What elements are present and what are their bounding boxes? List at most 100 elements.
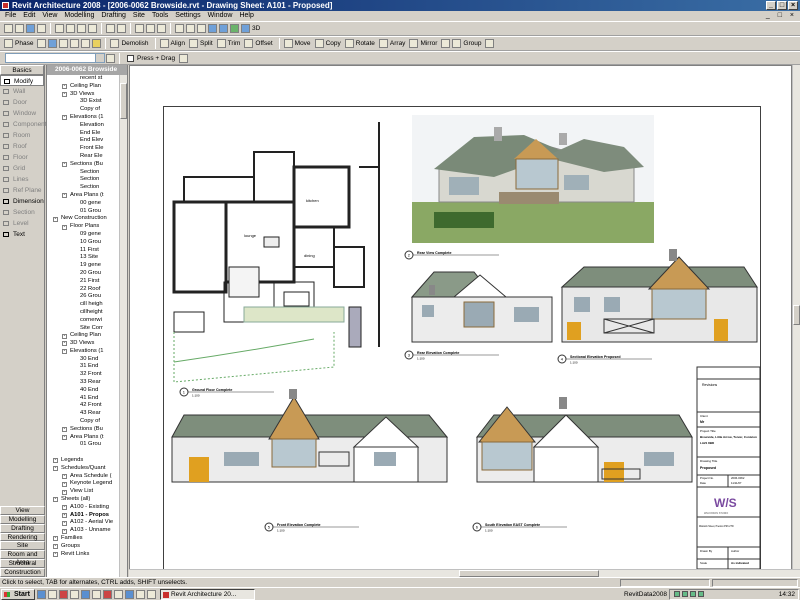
browser-tree-item[interactable]: 40 End xyxy=(47,387,121,395)
tab-view[interactable]: View xyxy=(0,505,45,515)
mirror-label[interactable]: Mirror xyxy=(420,40,437,47)
view-title[interactable]: 5 Front Elevation Complete1:100 xyxy=(264,522,359,533)
tab-room-and-area[interactable]: Room and Area xyxy=(0,550,45,566)
browser-tree-item[interactable]: - Revit Links xyxy=(47,551,121,559)
browser-tree-item[interactable]: 3D Exist xyxy=(47,98,121,106)
view-title[interactable]: 1 Ground Floor Complete1:100 xyxy=(179,387,274,398)
browser-tree-item[interactable]: 32 Front xyxy=(47,371,121,379)
browser-tree-item[interactable]: - Keynote Legend xyxy=(47,480,121,488)
maximize-button[interactable]: □ xyxy=(777,1,787,10)
tool-dimension[interactable]: Dimension xyxy=(0,196,44,207)
highlight-icon[interactable] xyxy=(92,39,102,48)
browser-tree-item[interactable]: Section xyxy=(47,169,121,177)
browser-tree-item[interactable]: recent st xyxy=(47,75,121,83)
tool-wall[interactable]: Wall xyxy=(0,86,44,97)
browser-tree-item[interactable]: - New Construction xyxy=(47,215,121,223)
browser-tree-item[interactable]: Elevation xyxy=(47,122,121,130)
pointer-icon[interactable] xyxy=(135,24,144,33)
properties-icon[interactable] xyxy=(106,53,115,63)
browser-tree-item[interactable]: 41 End xyxy=(47,395,121,403)
move-label[interactable]: Move xyxy=(295,40,311,47)
refresh-icon[interactable] xyxy=(197,24,206,33)
browser-tree-item[interactable]: - Groups xyxy=(47,543,121,551)
align-icon[interactable] xyxy=(159,39,169,48)
zoom-icon[interactable] xyxy=(175,24,184,33)
browser-tree-item[interactable]: - Sections (Bu xyxy=(47,426,121,434)
browser-tree-item[interactable]: -3D Views xyxy=(47,91,121,99)
browser-tree-item[interactable]: - A103 - Unname xyxy=(47,527,121,535)
calc-quicklaunch-icon[interactable] xyxy=(135,589,145,599)
expand-toggle-icon[interactable]: - xyxy=(53,497,58,503)
browser-tree-item[interactable]: Front Ele xyxy=(47,145,121,153)
expand-toggle-icon[interactable]: - xyxy=(62,435,67,441)
tab-rendering[interactable]: Rendering xyxy=(0,532,45,542)
browser-tree-item[interactable]: 01 Grou xyxy=(47,441,121,449)
tool-floor[interactable]: Floor xyxy=(0,152,44,163)
expand-toggle-icon[interactable]: - xyxy=(53,536,58,542)
browser-tree-item[interactable]: 22 Roof xyxy=(47,286,121,294)
expand-toggle-icon[interactable]: - xyxy=(53,216,58,222)
plan-view-icon[interactable] xyxy=(230,24,239,33)
tool-level[interactable]: Level xyxy=(0,218,44,229)
view-title[interactable]: 3 Rear Elevation Complete1:100 xyxy=(404,350,499,361)
3d-view-label[interactable]: 3D xyxy=(252,25,260,32)
browser-tree-item[interactable]: cornerwi xyxy=(47,317,121,325)
mirror-icon[interactable] xyxy=(409,39,419,48)
expand-toggle-icon[interactable]: - xyxy=(62,528,67,534)
paste-icon[interactable] xyxy=(77,24,86,33)
browser-tree-item[interactable]: - A102 - Aerial Vie xyxy=(47,519,121,527)
type-selector[interactable] xyxy=(5,53,105,63)
copy-label[interactable]: Copy xyxy=(326,40,341,47)
browser-tree-item[interactable]: cill heigh xyxy=(47,301,121,309)
outlook-quicklaunch-icon[interactable] xyxy=(80,589,90,599)
browser-tree-item[interactable]: End Elev xyxy=(47,137,121,145)
notepad-quicklaunch-icon[interactable] xyxy=(146,589,156,599)
array-label[interactable]: Array xyxy=(390,40,406,47)
measure-icon[interactable] xyxy=(146,24,155,33)
browser-tree-item[interactable]: 09 gene xyxy=(47,231,121,239)
tab-structural[interactable]: Structural xyxy=(0,559,45,569)
browser-tree-item[interactable]: - Elevations (1 xyxy=(47,114,121,122)
browser-tree-item[interactable]: 42 Front xyxy=(47,402,121,410)
match-type-icon[interactable] xyxy=(88,24,97,33)
resize-icon[interactable] xyxy=(441,39,451,48)
browser-tree-item[interactable]: - Area Plans (t xyxy=(47,434,121,442)
browser-tree-item[interactable]: Copy of xyxy=(47,418,121,426)
expand-toggle-icon[interactable]: - xyxy=(62,333,67,339)
rotate-label[interactable]: Rotate xyxy=(356,40,375,47)
pick-icon[interactable] xyxy=(37,39,47,48)
word-quicklaunch-icon[interactable] xyxy=(124,589,134,599)
browser-scrollbar[interactable] xyxy=(119,75,127,577)
group-label[interactable]: Group xyxy=(463,40,481,47)
section-view-icon[interactable] xyxy=(219,24,228,33)
redo-icon[interactable] xyxy=(117,24,126,33)
print-icon[interactable] xyxy=(37,24,46,33)
browser-tree-item[interactable]: Site Corr xyxy=(47,325,121,333)
move-icon[interactable] xyxy=(283,39,293,48)
offset-icon[interactable] xyxy=(244,39,254,48)
browser-tree-item[interactable]: - Sheets (all) xyxy=(47,496,121,504)
tool-ref-plane[interactable]: Ref Plane xyxy=(0,185,44,196)
tool-room[interactable]: Room xyxy=(0,130,44,141)
minimize-button[interactable]: _ xyxy=(766,1,776,10)
expand-toggle-icon[interactable]: - xyxy=(62,115,67,121)
expand-toggle-icon[interactable]: - xyxy=(62,481,67,487)
media-quicklaunch-icon[interactable] xyxy=(113,589,123,599)
menu-modelling[interactable]: Modelling xyxy=(61,11,98,21)
rotate-icon[interactable] xyxy=(344,39,354,48)
expand-toggle-icon[interactable]: - xyxy=(62,162,67,168)
browser-tree-item[interactable]: Rear Ele xyxy=(47,153,121,161)
browser-tree-item[interactable]: - A101 - Propos xyxy=(47,512,121,520)
browser-tree-item[interactable]: 21 First xyxy=(47,278,121,286)
antivirus-icon[interactable] xyxy=(690,591,696,597)
browser-tree-item[interactable]: - Schedules/Quant xyxy=(47,465,121,473)
messenger-icon[interactable] xyxy=(698,591,704,597)
hscroll-thumb[interactable] xyxy=(459,570,599,577)
browser-tree-item[interactable]: - Ceiling Plan xyxy=(47,83,121,91)
tab-drafting[interactable]: Drafting xyxy=(0,523,45,533)
network-icon[interactable] xyxy=(674,591,680,597)
browser-scroll-thumb[interactable] xyxy=(120,83,127,119)
expand-toggle-icon[interactable]: - xyxy=(62,474,67,480)
undo-icon[interactable] xyxy=(106,24,115,33)
browser-tree-item[interactable]: 00 gene xyxy=(47,200,121,208)
